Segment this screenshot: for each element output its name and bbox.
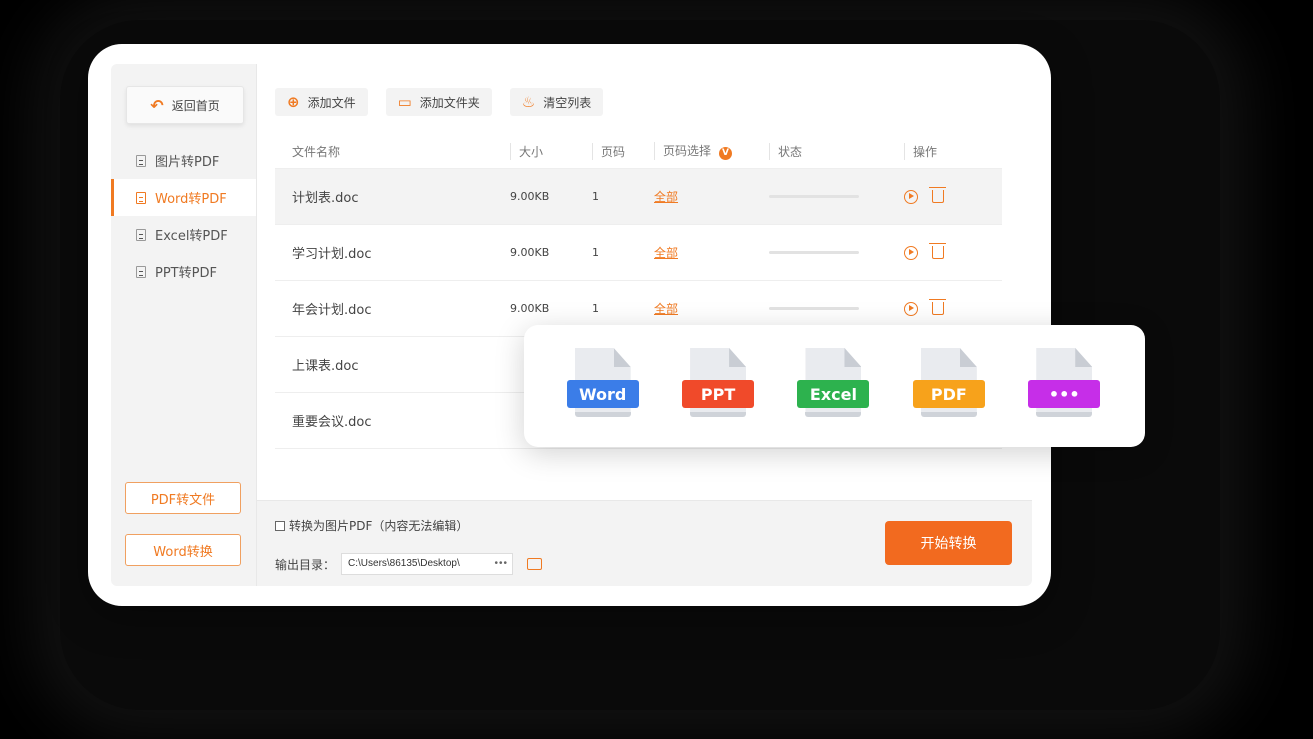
sidebar-item-label: 图片转PDF xyxy=(155,155,220,170)
header-name: 文件名称 xyxy=(292,144,341,159)
word-format-icon: Word xyxy=(566,346,641,426)
header-actions: 操作 xyxy=(904,142,1002,160)
header-size: 大小 xyxy=(510,142,592,160)
progress-bar xyxy=(769,195,859,198)
header-page-select: 页码选择 V xyxy=(654,142,769,160)
file-size: 9.00KB xyxy=(510,190,550,203)
header-page-select-label: 页码选择 xyxy=(663,144,712,158)
browse-more-icon[interactable]: ••• xyxy=(490,554,513,574)
output-path-value: C:\Users\86135\Desktop\ xyxy=(348,558,460,569)
image-pdf-checkbox[interactable] xyxy=(275,520,285,531)
clear-list-button[interactable]: ♨ 清空列表 xyxy=(509,88,604,116)
sidebar-item-word-to-pdf[interactable]: Word转PDF xyxy=(111,179,256,216)
back-home-label: 返回首页 xyxy=(171,98,220,113)
sidebar-item-label: PPT转PDF xyxy=(155,266,217,281)
pdf-format-label: PDF xyxy=(912,380,985,408)
image-pdf-option: 转换为图片PDF（内容无法编辑） xyxy=(275,517,468,534)
trash-icon[interactable] xyxy=(929,299,946,315)
image-file-icon xyxy=(136,154,146,167)
table-row[interactable]: 计划表.doc 9.00KB 1 全部 xyxy=(275,169,1002,225)
folder-icon[interactable] xyxy=(527,558,543,570)
file-size: 9.00KB xyxy=(510,302,550,315)
pdf-to-file-button[interactable]: PDF转文件 xyxy=(125,482,241,514)
file-name: 年会计划.doc xyxy=(292,303,372,318)
clear-list-label: 清空列表 xyxy=(543,95,592,110)
excel-format-label: Excel xyxy=(797,380,870,408)
format-icons-panel: Word PPT Excel PDF ••• xyxy=(524,325,1145,447)
sidebar: ↶ 返回首页 图片转PDF Word转PDF Excel转PDF PPT转PDF… xyxy=(111,64,257,586)
plus-circle-icon: ⊕ xyxy=(287,93,300,111)
pdf-format-icon: PDF xyxy=(912,346,987,426)
broom-icon: ♨ xyxy=(521,93,536,111)
excel-format-icon: Excel xyxy=(797,346,871,426)
file-name: 重要会议.doc xyxy=(292,415,372,430)
add-folder-button[interactable]: ▭ 添加文件夹 xyxy=(385,88,492,116)
output-row: 输出目录： C:\Users\86135\Desktop\ ••• xyxy=(275,553,543,575)
page-select-link[interactable]: 全部 xyxy=(654,302,678,316)
ppt-format-label: PPT xyxy=(682,380,755,408)
sidebar-item-excel-to-pdf[interactable]: Excel转PDF xyxy=(111,216,256,253)
sidebar-item-ppt-to-pdf[interactable]: PPT转PDF xyxy=(111,253,256,290)
trash-icon[interactable] xyxy=(929,243,946,259)
word-convert-button[interactable]: Word转换 xyxy=(125,534,241,566)
table-row[interactable]: 学习计划.doc 9.00KB 1 全部 xyxy=(275,225,1002,281)
more-format-label: ••• xyxy=(1028,380,1101,408)
file-name: 上课表.doc xyxy=(292,359,359,374)
sidebar-nav: 图片转PDF Word转PDF Excel转PDF PPT转PDF xyxy=(111,142,256,290)
header-status: 状态 xyxy=(769,142,904,160)
sidebar-item-label: Word转PDF xyxy=(155,192,227,207)
word-file-icon xyxy=(136,191,146,204)
play-icon[interactable] xyxy=(904,189,918,204)
file-pages: 1 xyxy=(592,246,599,259)
trash-icon[interactable] xyxy=(929,187,946,203)
page-select-link[interactable]: 全部 xyxy=(654,246,678,260)
table-header: 文件名称 大小 页码 页码选择 V 状态 操作 xyxy=(275,134,1002,169)
back-home-button[interactable]: ↶ 返回首页 xyxy=(126,86,244,124)
add-file-button[interactable]: ⊕ 添加文件 xyxy=(275,88,368,116)
output-label: 输出目录： xyxy=(275,557,336,572)
file-pages: 1 xyxy=(592,302,599,315)
image-pdf-label: 转换为图片PDF（内容无法编辑） xyxy=(289,519,469,533)
add-file-label: 添加文件 xyxy=(307,95,356,110)
file-size: 9.00KB xyxy=(510,246,550,259)
page-select-link[interactable]: 全部 xyxy=(654,190,678,204)
back-arrow-icon: ↶ xyxy=(150,95,164,115)
word-format-label: Word xyxy=(566,380,639,408)
progress-bar xyxy=(769,307,859,310)
progress-bar xyxy=(769,251,859,254)
folder-icon: ▭ xyxy=(397,93,412,111)
output-path-field[interactable]: C:\Users\86135\Desktop\ ••• xyxy=(341,553,514,575)
file-name: 学习计划.doc xyxy=(292,247,372,262)
ppt-file-icon xyxy=(136,265,146,278)
excel-file-icon xyxy=(136,228,146,241)
sidebar-item-label: Excel转PDF xyxy=(155,229,228,244)
add-folder-label: 添加文件夹 xyxy=(419,95,480,110)
toolbar: ⊕ 添加文件 ▭ 添加文件夹 ♨ 清空列表 xyxy=(275,88,604,116)
file-name: 计划表.doc xyxy=(292,191,359,206)
more-formats-icon: ••• xyxy=(1028,346,1102,426)
footer-bar: 转换为图片PDF（内容无法编辑） 输出目录： C:\Users\86135\De… xyxy=(257,500,1032,586)
header-pages: 页码 xyxy=(592,142,654,160)
ppt-format-icon: PPT xyxy=(682,346,756,426)
play-icon[interactable] xyxy=(904,301,918,316)
file-pages: 1 xyxy=(592,190,599,203)
sidebar-item-image-to-pdf[interactable]: 图片转PDF xyxy=(111,142,256,179)
play-icon[interactable] xyxy=(904,245,918,260)
start-convert-button[interactable]: 开始转换 xyxy=(885,521,1012,565)
page-select-info-icon[interactable]: V xyxy=(719,147,733,160)
